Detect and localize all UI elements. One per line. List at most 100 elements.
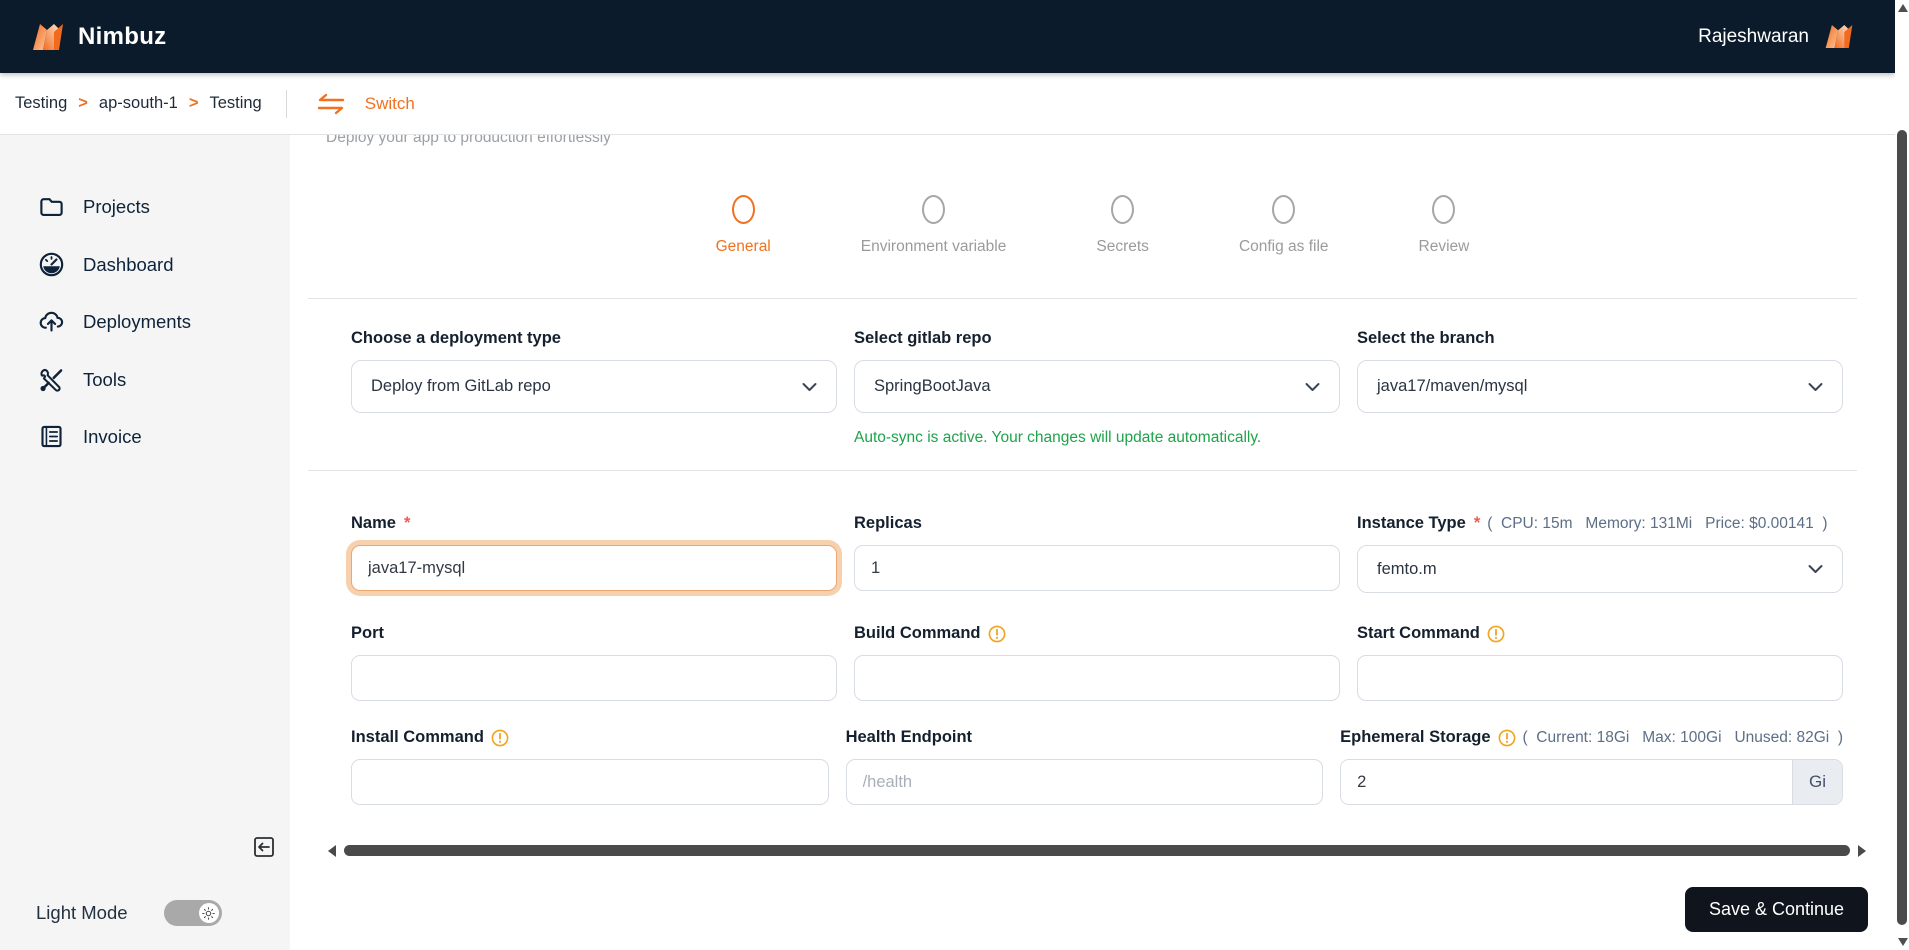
swap-arrows-icon bbox=[317, 93, 344, 114]
sun-icon bbox=[202, 906, 215, 920]
page-subtitle: Deploy your app to production effortless… bbox=[326, 135, 611, 146]
chevron-down-icon bbox=[1808, 382, 1823, 391]
name-field: Name * bbox=[351, 514, 837, 593]
start-command-field: Start Command bbox=[1357, 624, 1843, 701]
step-secrets[interactable]: Secrets bbox=[1096, 195, 1149, 256]
tools-icon bbox=[40, 368, 63, 392]
step-circle bbox=[1432, 195, 1456, 224]
step-circle bbox=[731, 195, 755, 224]
ephemeral-storage-input[interactable] bbox=[1341, 760, 1792, 804]
sidebar-item-invoice[interactable]: Invoice bbox=[38, 423, 142, 450]
breadcrumb-environment[interactable]: Testing bbox=[209, 94, 261, 113]
sidebar-item-label: Invoice bbox=[83, 425, 142, 447]
scroll-left-arrow[interactable] bbox=[328, 845, 336, 857]
sidebar-item-tools[interactable]: Tools bbox=[38, 366, 126, 393]
deployment-type-field: Choose a deployment type Deploy from Git… bbox=[351, 329, 837, 447]
ephemeral-storage-group: Gi bbox=[1340, 759, 1843, 805]
sidebar-item-dashboard[interactable]: Dashboard bbox=[38, 251, 174, 278]
gitlab-repo-select[interactable]: SpringBootJava bbox=[854, 360, 1340, 413]
health-endpoint-label: Health Endpoint bbox=[845, 728, 973, 746]
port-label: Port bbox=[351, 624, 384, 642]
light-mode-label: Light Mode bbox=[36, 902, 128, 923]
chevron-down-icon bbox=[1305, 382, 1320, 391]
chevron-down-icon bbox=[802, 382, 817, 391]
save-continue-button[interactable]: Save & Continue bbox=[1685, 887, 1868, 932]
advanced-row: Install Command Health Endpoint Ephemera… bbox=[351, 728, 1843, 805]
install-command-label: Install Command bbox=[351, 728, 484, 746]
info-icon[interactable] bbox=[1498, 729, 1516, 747]
sidebar-item-projects[interactable]: Projects bbox=[38, 193, 150, 220]
step-label: Config as file bbox=[1238, 238, 1329, 255]
port-input[interactable] bbox=[351, 655, 837, 701]
auto-sync-note: Auto-sync is active. Your changes will u… bbox=[854, 429, 1262, 446]
breadcrumb-region[interactable]: ap-south-1 bbox=[99, 94, 178, 113]
step-config-as-file[interactable]: Config as file bbox=[1239, 195, 1329, 256]
start-command-input[interactable] bbox=[1357, 655, 1843, 701]
command-row: Port Build Command Start Command bbox=[351, 624, 1843, 701]
breadcrumb-project[interactable]: Testing bbox=[15, 94, 67, 113]
step-circle bbox=[922, 195, 946, 224]
branch-select[interactable]: java17/maven/mysql bbox=[1357, 360, 1843, 413]
gitlab-repo-field: Select gitlab repo SpringBootJava Auto-s… bbox=[854, 329, 1340, 447]
ephemeral-storage-field: Ephemeral Storage ( Current: 18Gi Max: 1… bbox=[1340, 728, 1843, 805]
name-input[interactable] bbox=[351, 545, 837, 591]
instance-type-select[interactable]: femto.m bbox=[1357, 545, 1843, 593]
breadcrumb-separator: > bbox=[78, 94, 88, 112]
user-menu[interactable]: Rajeshwaran bbox=[1698, 23, 1855, 50]
breadcrumb-divider bbox=[285, 89, 287, 118]
info-icon[interactable] bbox=[1487, 625, 1505, 643]
instance-type-value: femto.m bbox=[1377, 559, 1437, 578]
vertical-scrollbar bbox=[1895, 0, 1909, 950]
switch-context-button[interactable]: Switch bbox=[313, 93, 415, 115]
vertical-scroll-thumb[interactable] bbox=[1897, 130, 1907, 925]
step-label: Review bbox=[1418, 238, 1470, 255]
breadcrumb-bar: Testing > ap-south-1 > Testing Switch bbox=[0, 73, 1895, 135]
step-circle bbox=[1111, 195, 1135, 224]
user-avatar-logo-icon bbox=[1825, 24, 1853, 49]
cloud-upload-icon bbox=[39, 311, 64, 332]
install-command-field: Install Command bbox=[351, 728, 829, 805]
step-general[interactable]: General bbox=[716, 195, 771, 256]
switch-label: Switch bbox=[364, 93, 415, 113]
instance-type-label: Instance Type bbox=[1357, 514, 1466, 532]
info-icon[interactable] bbox=[491, 729, 509, 747]
divider bbox=[308, 298, 1857, 299]
nimbuz-logo-icon bbox=[33, 23, 63, 50]
storage-unit-suffix: Gi bbox=[1792, 760, 1842, 804]
scroll-up-arrow[interactable] bbox=[1898, 4, 1908, 12]
sidebar-item-label: Tools bbox=[83, 368, 127, 390]
gitlab-repo-value: SpringBootJava bbox=[874, 377, 991, 395]
light-mode-row: Light Mode bbox=[36, 900, 222, 926]
deployment-type-select[interactable]: Deploy from GitLab repo bbox=[351, 360, 837, 413]
install-command-input[interactable] bbox=[351, 759, 829, 805]
branch-value: java17/maven/mysql bbox=[1377, 377, 1528, 395]
gitlab-repo-label: Select gitlab repo bbox=[854, 329, 992, 347]
brand-name: Nimbuz bbox=[78, 22, 167, 50]
build-command-input[interactable] bbox=[854, 655, 1340, 701]
divider bbox=[308, 470, 1857, 471]
sidebar-item-deployments[interactable]: Deployments bbox=[38, 308, 191, 335]
health-endpoint-input[interactable] bbox=[845, 759, 1324, 805]
replicas-input[interactable] bbox=[854, 545, 1340, 591]
branch-label: Select the branch bbox=[1357, 329, 1495, 347]
brand[interactable]: Nimbuz bbox=[30, 22, 166, 52]
info-icon[interactable] bbox=[988, 625, 1006, 643]
sidebar-collapse-button[interactable] bbox=[252, 835, 276, 859]
horizontal-scroll-thumb[interactable] bbox=[344, 845, 1850, 856]
step-circle bbox=[1272, 195, 1296, 224]
branch-field: Select the branch java17/maven/mysql bbox=[1357, 329, 1843, 447]
breadcrumb-separator: > bbox=[188, 94, 199, 112]
start-command-label: Start Command bbox=[1357, 624, 1480, 642]
step-environment-variable[interactable]: Environment variable bbox=[861, 195, 1006, 256]
name-label: Name bbox=[351, 514, 396, 532]
deployment-type-value: Deploy from GitLab repo bbox=[371, 377, 551, 395]
build-command-field: Build Command bbox=[854, 624, 1340, 701]
light-mode-toggle[interactable] bbox=[163, 900, 222, 926]
instance-type-field: Instance Type * ( CPU: 15m Memory: 131Mi … bbox=[1357, 514, 1843, 593]
ephemeral-storage-label: Ephemeral Storage bbox=[1340, 728, 1491, 746]
scroll-right-arrow[interactable] bbox=[1858, 845, 1866, 857]
step-review[interactable]: Review bbox=[1418, 195, 1470, 256]
scroll-down-arrow[interactable] bbox=[1898, 938, 1908, 946]
health-endpoint-field: Health Endpoint bbox=[845, 728, 1324, 805]
required-asterisk: * bbox=[403, 514, 411, 532]
